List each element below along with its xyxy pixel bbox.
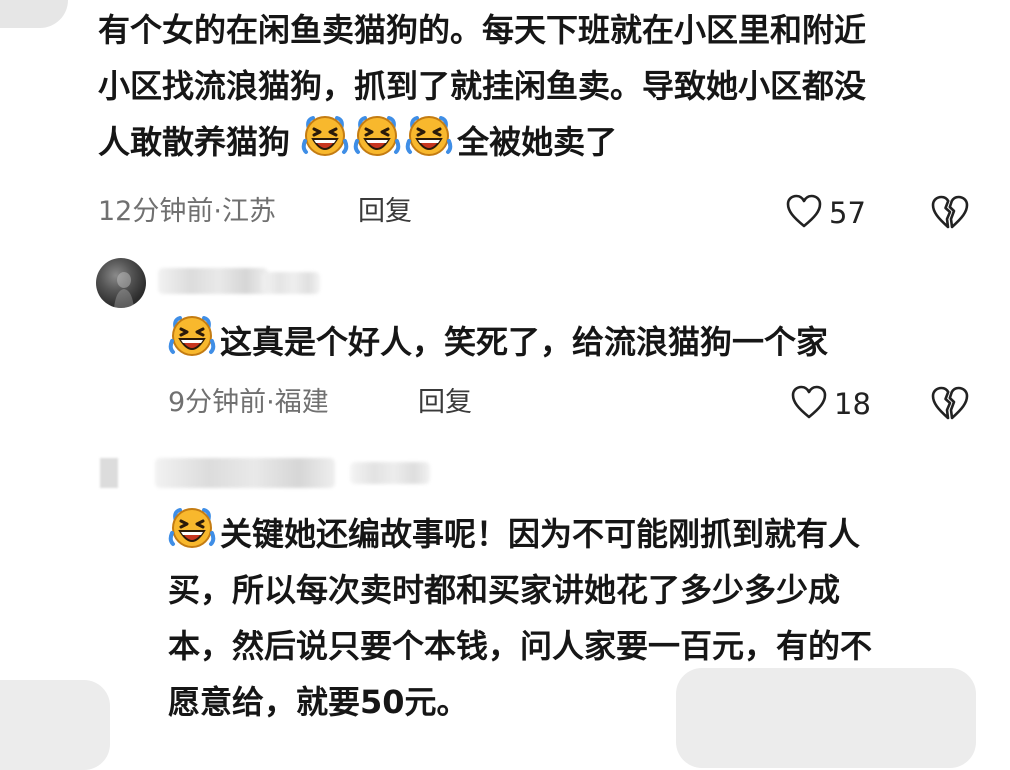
comment-2-text: 这真是个好人，笑死了，给流浪猫狗一个家 (168, 314, 828, 370)
comment-2-meta: 9分钟前·福建 (168, 387, 329, 418)
broken-heart-icon (930, 195, 970, 235)
comment-1-text: 有个女的在闲鱼卖猫狗的。每天下班就在小区里和附近 小区找流浪猫狗，抓到了就挂闲鱼… (98, 2, 866, 170)
broken-heart-icon (930, 386, 970, 426)
laughing-crying-emoji-icon (353, 114, 401, 158)
comment-2-avatar[interactable] (96, 258, 146, 308)
redacted-username-tail (350, 462, 430, 484)
redacted-avatar (100, 458, 118, 488)
comment-2-reply-button[interactable]: 回复 (418, 386, 472, 420)
comment-1-reply-button[interactable]: 回复 (358, 195, 412, 229)
comment-1-like-count: 57 (829, 196, 866, 230)
comment-1-tail: 全被她卖了 (457, 123, 618, 161)
redacted-username-tail (262, 272, 320, 294)
heart-outline-icon (785, 193, 823, 233)
blurred-corner-left (0, 680, 110, 770)
laughing-crying-emoji-icon (168, 506, 216, 550)
laughing-crying-emoji-icon (405, 114, 453, 158)
blurred-corner-right (676, 668, 976, 768)
comment-2-body: 这真是个好人，笑死了，给流浪猫狗一个家 (220, 323, 829, 361)
comment-1-dislike-button[interactable] (930, 193, 970, 233)
laughing-crying-emoji-icon (301, 114, 349, 158)
comment-2-like-count: 18 (834, 387, 871, 421)
comment-1-meta: 12分钟前·江苏 (98, 196, 276, 227)
redacted-username (158, 268, 268, 294)
redacted-username (155, 458, 335, 488)
partial-avatar-top (0, 0, 68, 28)
avatar-silhouette-icon (114, 272, 134, 308)
heart-outline-icon (790, 384, 828, 424)
comment-2-like-button[interactable]: 18 (790, 384, 871, 424)
comment-2-dislike-button[interactable] (930, 384, 970, 424)
laughing-crying-emoji-icon (168, 314, 216, 358)
comment-1-like-button[interactable]: 57 (785, 193, 866, 233)
